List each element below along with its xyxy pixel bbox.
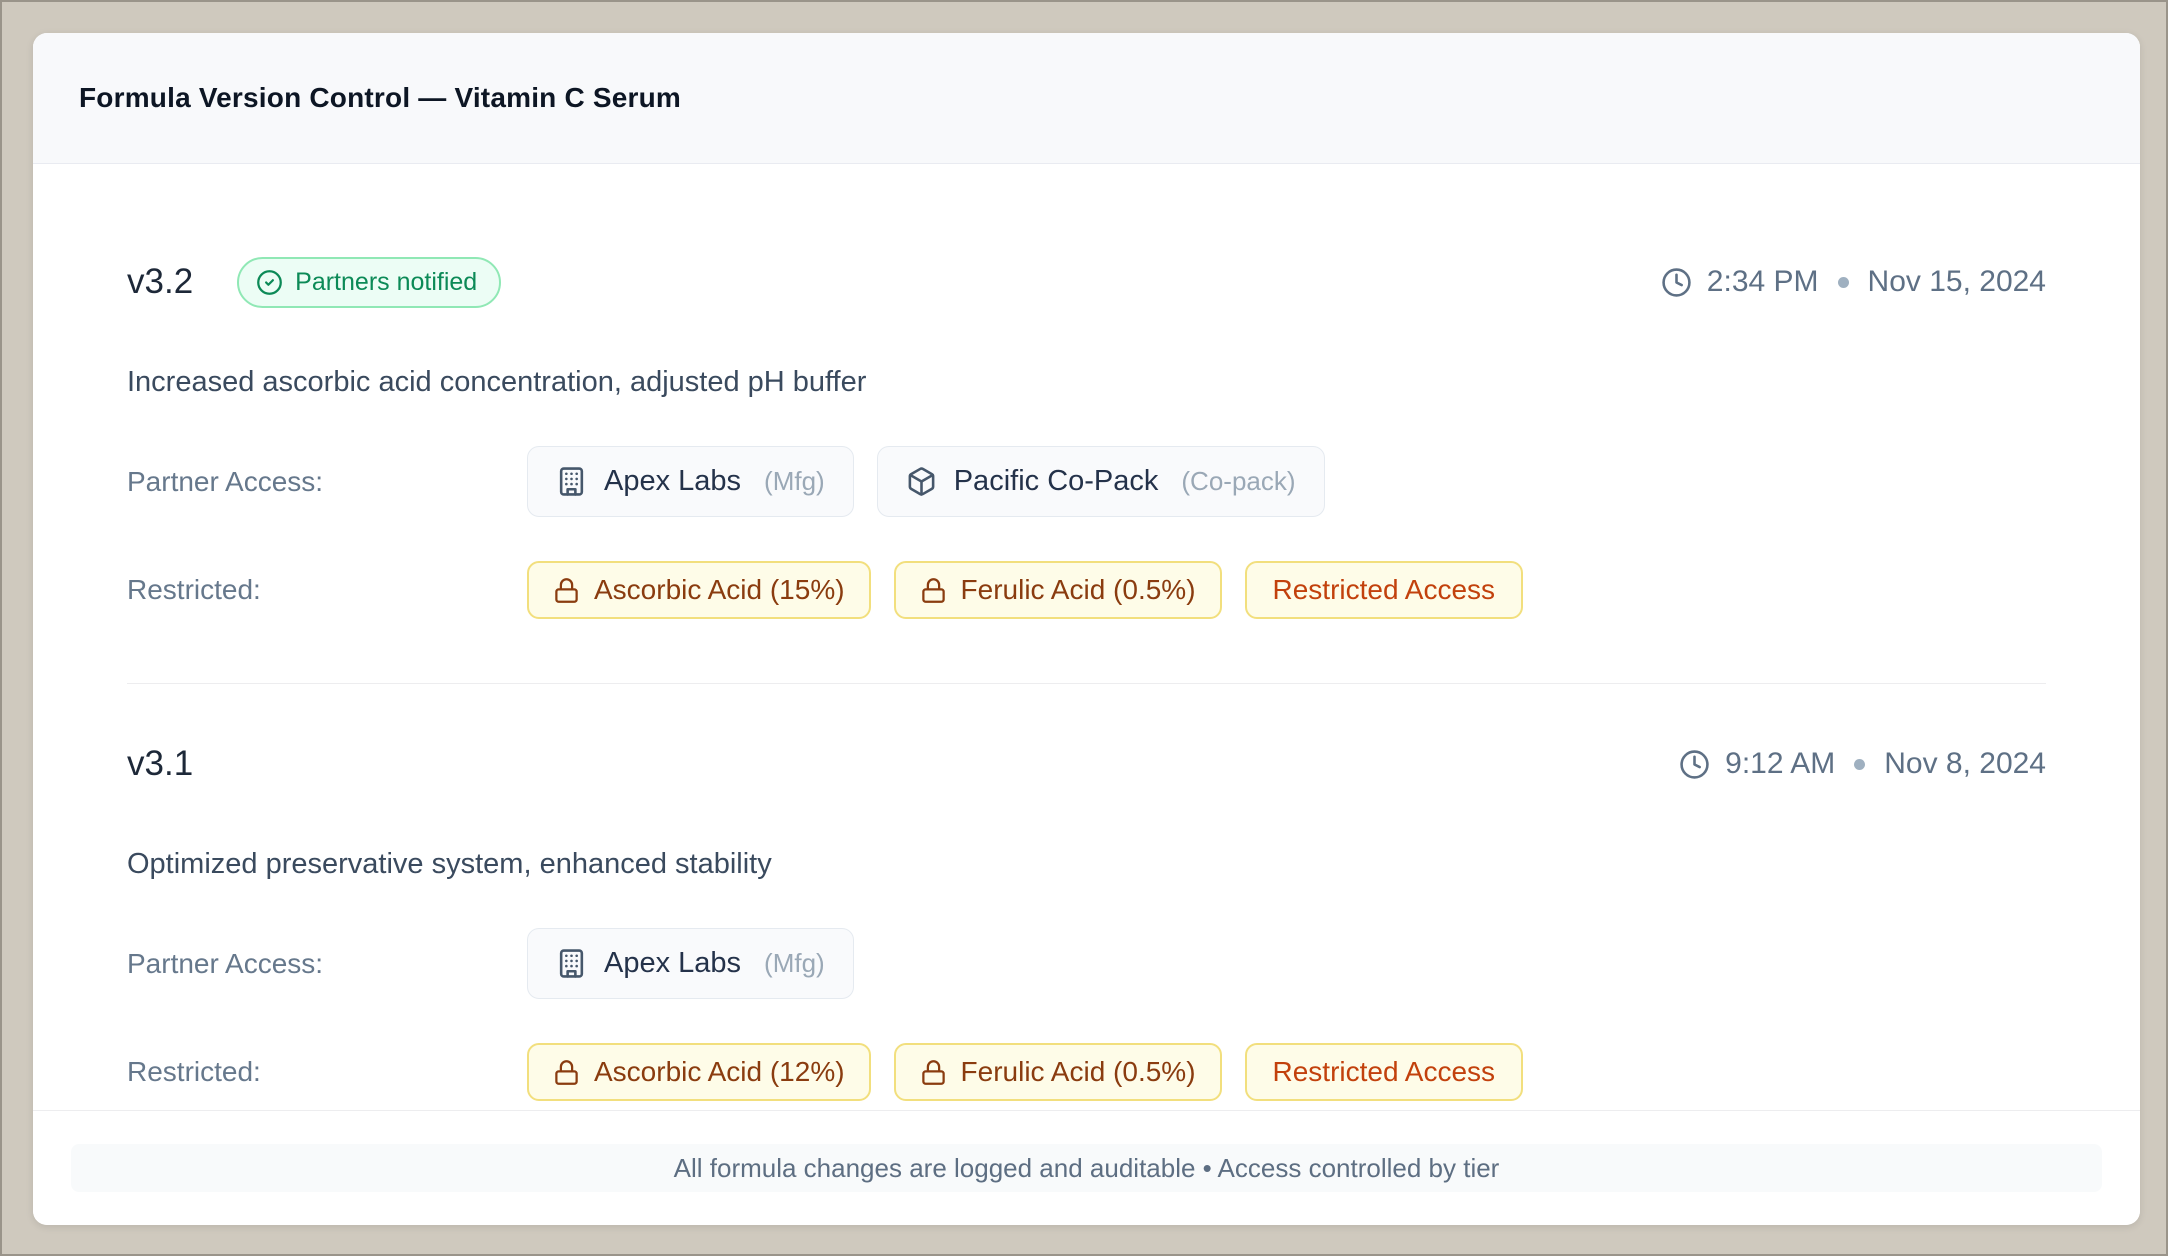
partner-role: (Mfg) [764,948,825,979]
version-entry-v3-2: v3.2 Partners notified 2:34 PM [127,164,2046,619]
badge-label: Partners notified [295,268,477,297]
version-description: Optimized preservative system, enhanced … [127,846,2046,882]
date-text: Nov 15, 2024 [1868,265,2046,299]
partner-access-label: Partner Access: [127,466,527,498]
package-icon [906,466,937,497]
partner-chip-apex-labs[interactable]: Apex Labs (Mfg) [527,446,854,517]
audit-note: All formula changes are logged and audit… [71,1144,2102,1192]
restricted-chip-label: Ascorbic Acid (12%) [594,1056,845,1088]
partner-access-row: Partner Access: Apex Labs (Mfg) [127,928,2046,999]
restricted-row: Restricted: Ascorbic Acid (12%) [127,1043,2046,1101]
restricted-chip-label: Restricted Access [1273,574,1496,606]
restricted-chip-label: Ascorbic Acid (15%) [594,574,845,606]
restricted-chip-list: Ascorbic Acid (12%) Ferulic Acid (0.5%) … [527,1043,1523,1101]
restricted-chip-ferulic-acid: Ferulic Acid (0.5%) [894,1043,1222,1101]
version-title-group: v3.1 [127,744,193,784]
partner-role: (Co-pack) [1181,466,1295,497]
version-label: v3.2 [127,262,193,302]
partner-role: (Mfg) [764,466,825,497]
restricted-label: Restricted: [127,574,527,606]
lock-icon [920,1059,947,1086]
lock-icon [553,1059,580,1086]
time-text: 2:34 PM [1707,265,1819,299]
partner-name: Pacific Co-Pack [954,465,1159,498]
clock-icon [1661,267,1692,298]
dot-separator [1854,759,1865,770]
version-header-row: v3.2 Partners notified 2:34 PM [127,256,2046,308]
restricted-chip-label: Restricted Access [1273,1056,1496,1088]
lock-icon [553,577,580,604]
panel-title: Formula Version Control — Vitamin C Seru… [79,82,681,114]
version-list: v3.2 Partners notified 2:34 PM [33,164,2140,1110]
restricted-chip-ferulic-acid: Ferulic Acid (0.5%) [894,561,1222,619]
clock-icon [1679,749,1710,780]
restricted-chip-ascorbic-acid: Ascorbic Acid (12%) [527,1043,871,1101]
building-icon [556,948,587,979]
date-text: Nov 8, 2024 [1884,747,2046,781]
partner-access-label: Partner Access: [127,948,527,980]
restricted-chip-label: Ferulic Acid (0.5%) [961,574,1196,606]
version-entry-v3-1: v3.1 9:12 AM Nov 8, 2024 Optimized prese… [127,684,2046,1101]
formula-version-control-panel: Formula Version Control — Vitamin C Seru… [33,33,2140,1225]
version-description: Increased ascorbic acid concentration, a… [127,364,2046,400]
restricted-chip-label: Ferulic Acid (0.5%) [961,1056,1196,1088]
timestamp: 9:12 AM Nov 8, 2024 [1679,747,2046,781]
lock-icon [920,577,947,604]
version-title-group: v3.2 Partners notified [127,257,501,308]
partner-chip-list: Apex Labs (Mfg) [527,928,854,999]
restricted-access-tag: Restricted Access [1245,1043,1524,1101]
panel-header: Formula Version Control — Vitamin C Seru… [33,33,2140,164]
timestamp: 2:34 PM Nov 15, 2024 [1661,265,2046,299]
version-header-row: v3.1 9:12 AM Nov 8, 2024 [127,738,2046,790]
partners-notified-badge: Partners notified [237,257,501,308]
dot-separator [1838,277,1849,288]
restricted-label: Restricted: [127,1056,527,1088]
restricted-row: Restricted: Ascorbic Acid (15%) [127,561,2046,619]
partner-name: Apex Labs [604,947,741,980]
restricted-access-tag: Restricted Access [1245,561,1524,619]
restricted-chip-list: Ascorbic Acid (15%) Ferulic Acid (0.5%) … [527,561,1523,619]
partner-chip-apex-labs[interactable]: Apex Labs (Mfg) [527,928,854,999]
partner-chip-pacific-co-pack[interactable]: Pacific Co-Pack (Co-pack) [877,446,1325,517]
version-label: v3.1 [127,744,193,784]
restricted-chip-ascorbic-acid: Ascorbic Acid (15%) [527,561,871,619]
time-text: 9:12 AM [1725,747,1835,781]
panel-footer: All formula changes are logged and audit… [33,1110,2140,1225]
partner-name: Apex Labs [604,465,741,498]
partner-access-row: Partner Access: Apex Labs (Mfg) [127,446,2046,517]
circle-check-icon [256,269,283,296]
partner-chip-list: Apex Labs (Mfg) Pacific Co-Pack (Co-pack… [527,446,1325,517]
building-icon [556,466,587,497]
desktop-background: Formula Version Control — Vitamin C Seru… [0,0,2168,1256]
